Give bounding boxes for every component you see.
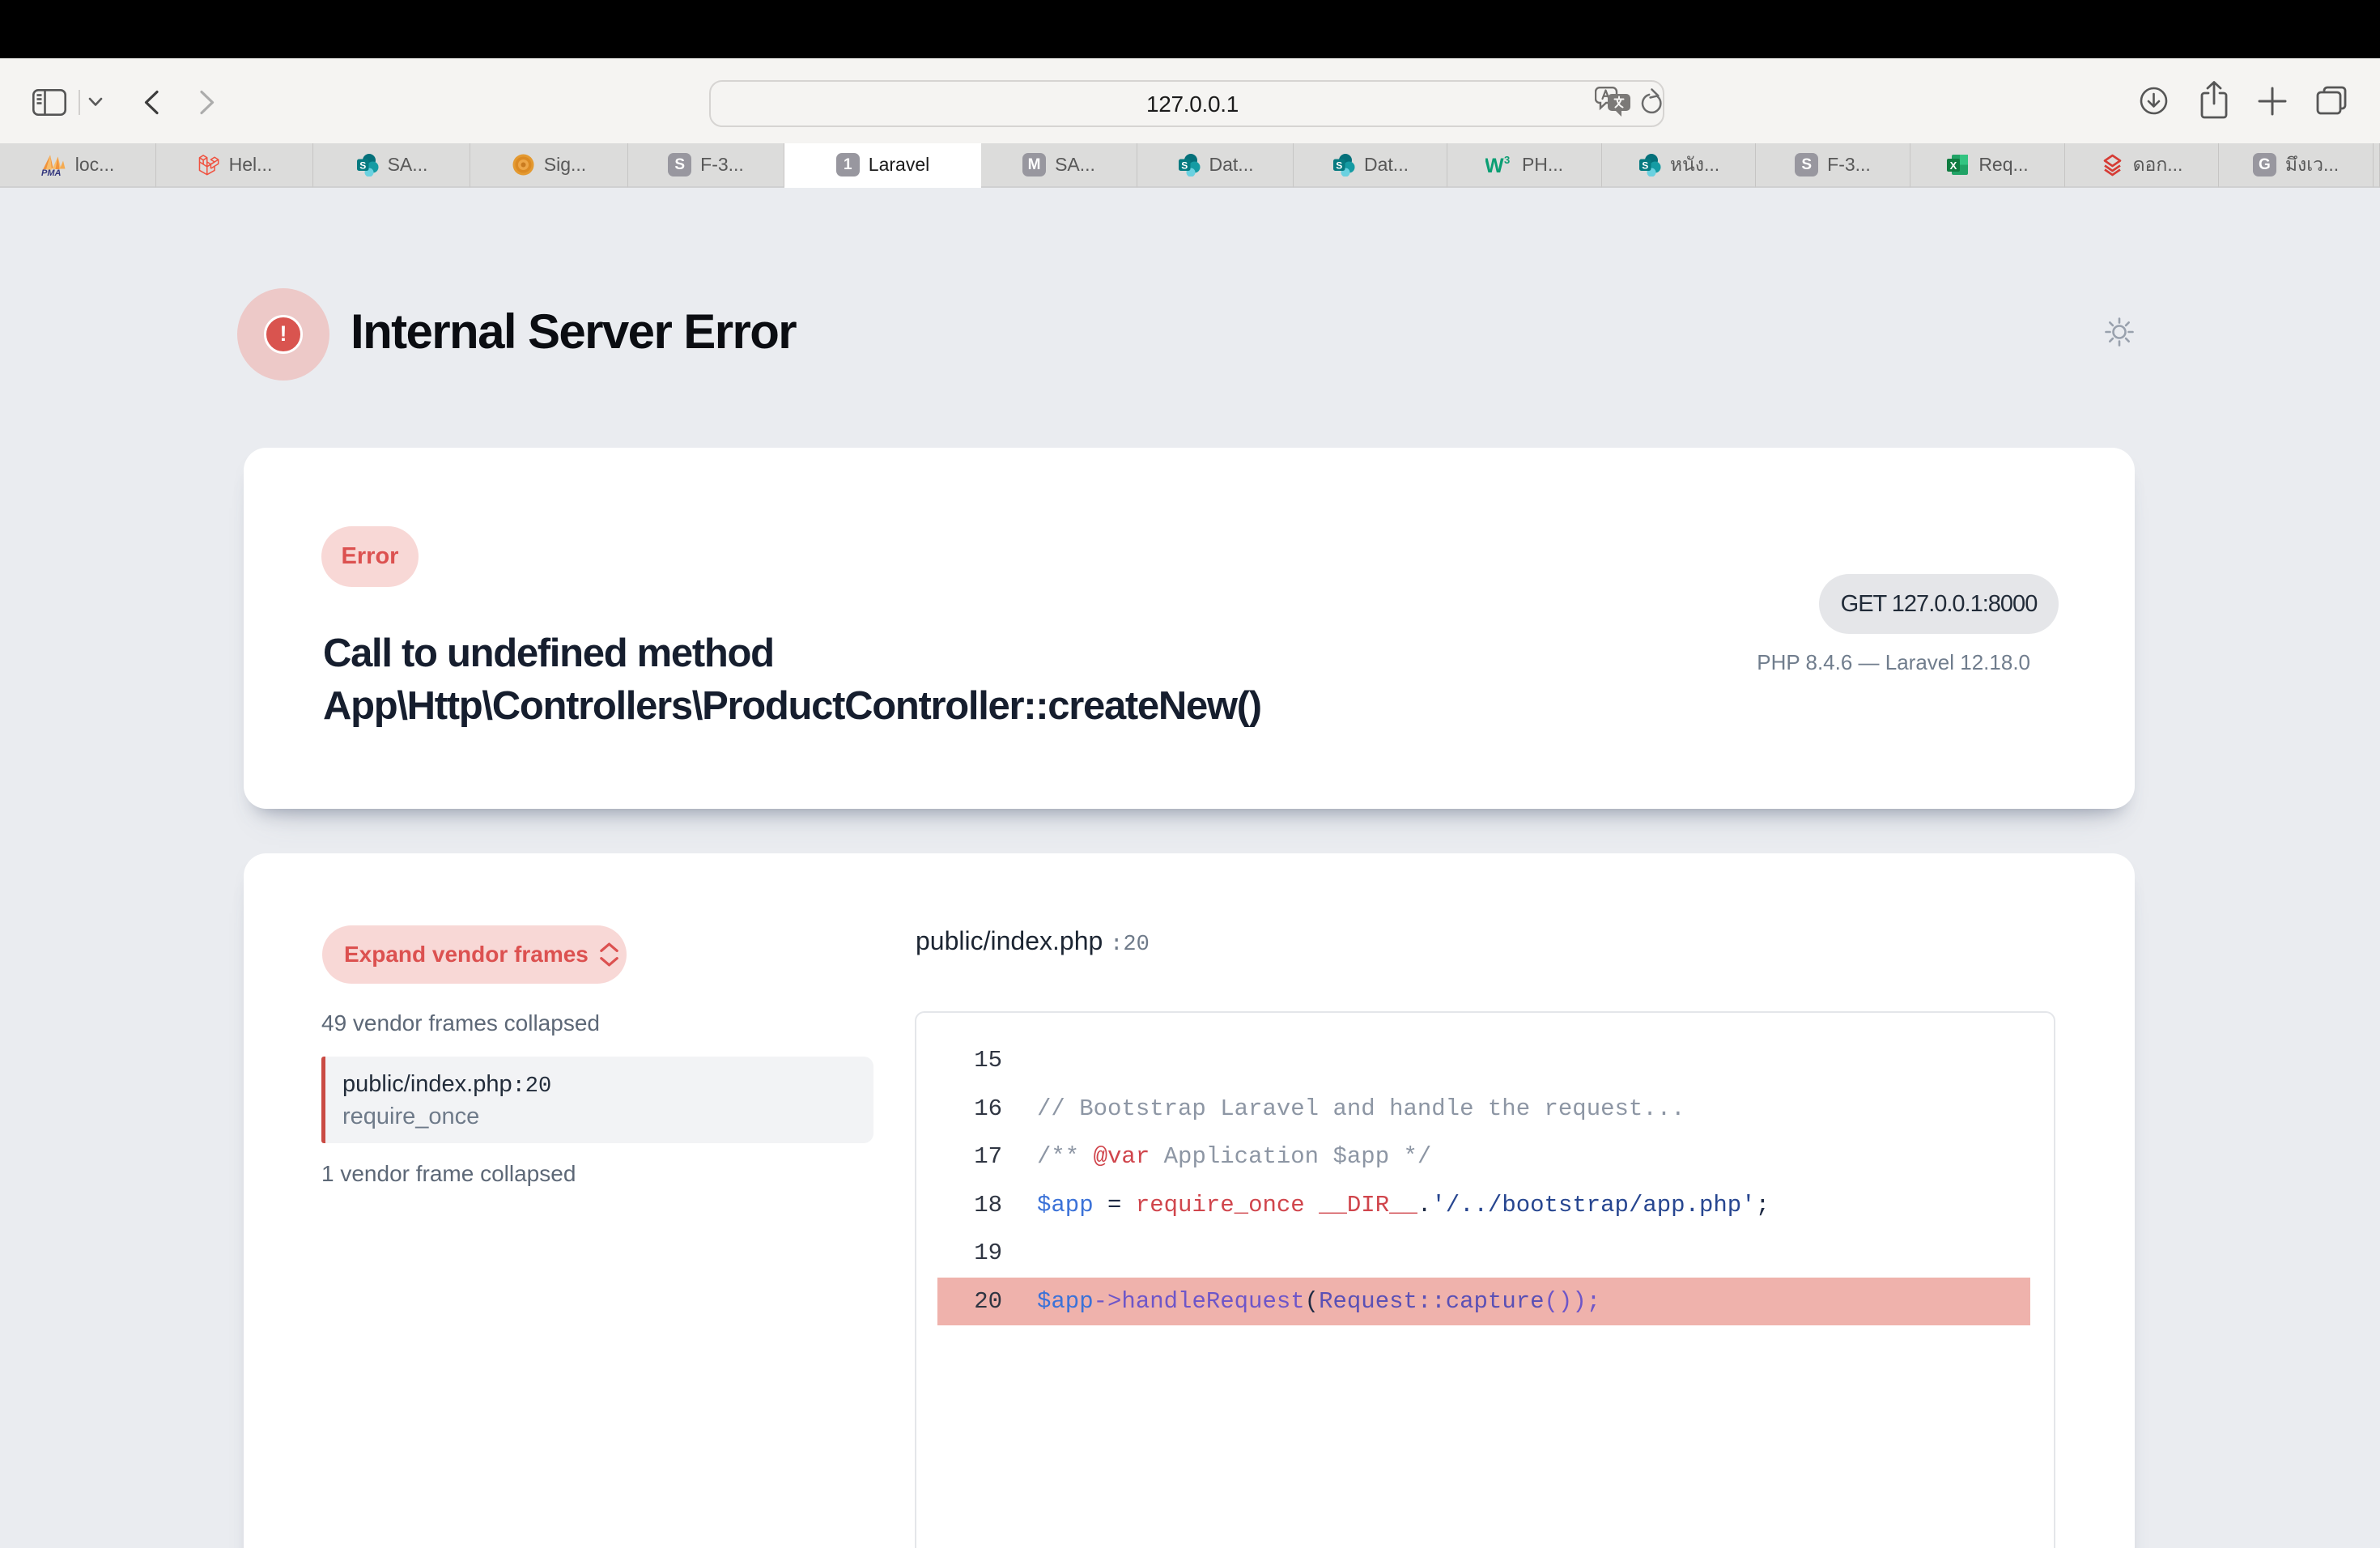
svg-text:S: S (1181, 160, 1188, 172)
svg-text:PMA: PMA (41, 168, 62, 176)
svg-text:S: S (1336, 160, 1342, 172)
svg-text:3: 3 (1504, 154, 1510, 166)
svg-text:S: S (359, 160, 366, 172)
svg-text:W: W (1485, 155, 1504, 176)
svg-text:S: S (1642, 160, 1648, 172)
svg-text:X: X (1950, 159, 1957, 172)
